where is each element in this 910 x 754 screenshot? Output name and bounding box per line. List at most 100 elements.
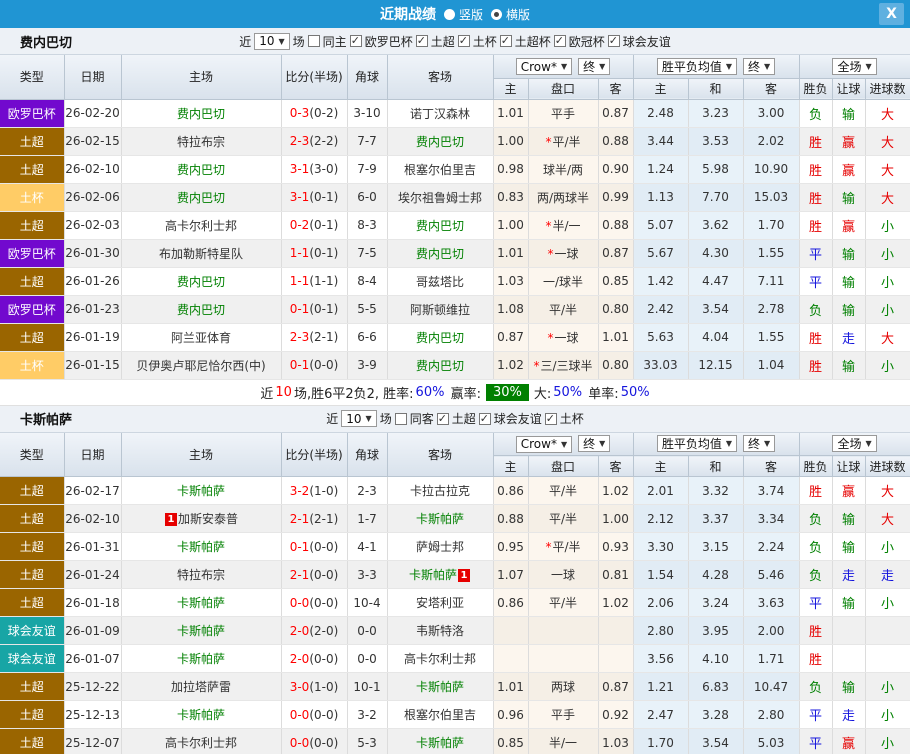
result-handicap: 输 xyxy=(832,295,866,324)
sub-mean-draw: 和 xyxy=(688,455,744,477)
result-handicap: 输 xyxy=(832,672,866,701)
half-time-score: (0-0) xyxy=(309,567,339,582)
league-checkbox[interactable] xyxy=(553,34,566,47)
mean-home: 2.06 xyxy=(633,588,689,617)
mean-away: 10.90 xyxy=(743,155,800,184)
summary-handicap-label: 赢率: xyxy=(446,386,481,402)
odds-final-select[interactable]: 终 ▼ xyxy=(578,435,611,452)
mean-select[interactable]: 胜平负均值 ▼ xyxy=(656,435,738,453)
league-checkbox[interactable] xyxy=(415,34,428,47)
sub-odds-away: 客 xyxy=(598,78,634,100)
half-time-score: (0-1) xyxy=(309,302,339,316)
mean-home: 2.01 xyxy=(633,476,689,505)
home-team: 费内巴切 xyxy=(121,155,282,184)
half-time-score: (1-1) xyxy=(309,274,339,288)
odds-home: 1.01 xyxy=(493,239,529,268)
league-checkbox[interactable] xyxy=(478,412,491,425)
radio-horizontal-icon[interactable] xyxy=(491,8,502,20)
games-label: 场 xyxy=(292,34,305,49)
result-goals xyxy=(865,644,910,673)
handicap-line: 平/半 xyxy=(528,295,599,324)
odds-away: 0.80 xyxy=(598,295,634,324)
mean-draw: 3.95 xyxy=(688,616,744,645)
half-time-score: (0-1) xyxy=(309,246,339,260)
odds-away: 0.93 xyxy=(598,532,634,561)
full-game-select[interactable]: 全场 ▼ xyxy=(832,57,877,75)
full-time-score: 2-1 xyxy=(289,567,310,582)
close-icon[interactable]: X xyxy=(879,3,904,25)
mean-draw: 7.70 xyxy=(688,183,744,212)
result-handicap xyxy=(832,616,866,645)
layout-mode-vertical[interactable]: 竖版 xyxy=(443,6,483,23)
home-team-name: 贝伊奥卢耶尼恰尔西(中) xyxy=(136,358,266,373)
red-card-badge: 1 xyxy=(458,569,470,582)
result-handicap: 赢 xyxy=(832,476,866,505)
mean-draw: 3.53 xyxy=(688,127,744,156)
mean-home: 2.47 xyxy=(633,700,689,729)
away-team: 费内巴切 xyxy=(387,127,494,156)
odds-source-select[interactable]: Crow* ▼ xyxy=(515,435,573,453)
handicap-text: 半/一 xyxy=(548,736,578,750)
summary-prefix: 近 xyxy=(260,386,274,402)
away-team-name: 费内巴切 xyxy=(415,330,464,345)
home-team-name: 费内巴切 xyxy=(176,302,225,317)
section-header: 卡斯帕萨近10▼场同客土超球会友谊土杯 xyxy=(0,405,910,433)
full-time-score: 0-0 xyxy=(289,707,310,722)
league-checkbox[interactable] xyxy=(349,34,362,47)
matches-table: 类型 日期 主场 比分(半场) 角球 客场 Crow* ▼ 终 ▼ 胜平负均值 ▼ 终 ▼ 全场 ▼ 主盘口客主… xyxy=(0,432,910,754)
odds-source-select[interactable]: Crow* ▼ xyxy=(515,58,573,75)
full-time-score: 0-3 xyxy=(289,106,310,120)
away-team-name: 安塔利亚 xyxy=(415,596,464,610)
sub-odds-away: 客 xyxy=(598,455,634,477)
mean-home: 2.42 xyxy=(633,295,689,324)
mean-away: 5.46 xyxy=(743,560,800,589)
league-checkbox[interactable] xyxy=(607,34,620,47)
league-checkbox[interactable] xyxy=(457,34,470,47)
same-venue-checkbox[interactable] xyxy=(394,412,407,425)
handicap-text: 平/半 xyxy=(552,540,581,554)
layout-mode-horizontal[interactable]: 横版 xyxy=(491,6,530,23)
away-team: 卡斯帕萨 xyxy=(387,728,494,754)
mean-select-value: 胜平负均值 xyxy=(661,437,722,452)
match-type-badge: 土超 xyxy=(0,155,65,184)
mean-final-select[interactable]: 终 ▼ xyxy=(743,57,776,75)
radio-vertical-icon[interactable] xyxy=(443,8,455,20)
corner-count: 0-0 xyxy=(347,644,388,673)
home-team: 阿兰亚体育 xyxy=(121,323,282,352)
same-venue-checkbox[interactable] xyxy=(307,35,320,47)
odds-final-select[interactable]: 终 ▼ xyxy=(578,57,611,75)
mean-away: 7.11 xyxy=(743,267,800,296)
mean-final-select[interactable]: 终 ▼ xyxy=(743,435,776,453)
mean-select[interactable]: 胜平负均值 ▼ xyxy=(656,57,738,75)
away-team: 卡斯帕萨 xyxy=(387,672,494,701)
mean-away: 2.02 xyxy=(743,127,800,156)
match-count-select[interactable]: 10 ▼ xyxy=(254,32,290,50)
odds-home: 0.85 xyxy=(493,728,529,754)
home-team-name: 特拉布宗 xyxy=(176,568,225,582)
away-team-name: 卡斯帕萨 xyxy=(415,736,464,750)
full-game-select[interactable]: 全场 ▼ xyxy=(832,435,877,453)
result-goals: 小 xyxy=(865,267,910,296)
home-team-name: 卡斯帕萨 xyxy=(176,484,225,498)
chevron-down-icon: ▼ xyxy=(599,439,606,448)
corner-count: 7-7 xyxy=(347,127,388,156)
league-checkbox[interactable] xyxy=(436,412,449,425)
handicap-text: 球半/两 xyxy=(542,162,584,177)
handicap-star: * xyxy=(547,246,554,261)
handicap-star: * xyxy=(545,134,552,149)
home-team-name: 加拉塔萨雷 xyxy=(170,680,231,694)
corner-count: 4-1 xyxy=(347,532,388,561)
result-handicap: 输 xyxy=(832,532,866,561)
corner-count: 5-5 xyxy=(347,295,388,324)
away-team-name: 哥兹塔比 xyxy=(415,274,464,289)
league-checkbox[interactable] xyxy=(544,412,557,425)
mean-away: 3.74 xyxy=(743,476,800,505)
league-checkbox[interactable] xyxy=(499,34,512,47)
match-count-select[interactable]: 10 ▼ xyxy=(341,410,377,427)
sub-handicap-result: 让球 xyxy=(832,455,866,477)
result-goals: 小 xyxy=(865,211,910,240)
result-wdl: 胜 xyxy=(799,127,833,156)
match-count-value: 10 xyxy=(259,34,275,48)
full-time-score: 2-0 xyxy=(289,623,310,638)
full-time-score: 2-3 xyxy=(289,330,310,344)
